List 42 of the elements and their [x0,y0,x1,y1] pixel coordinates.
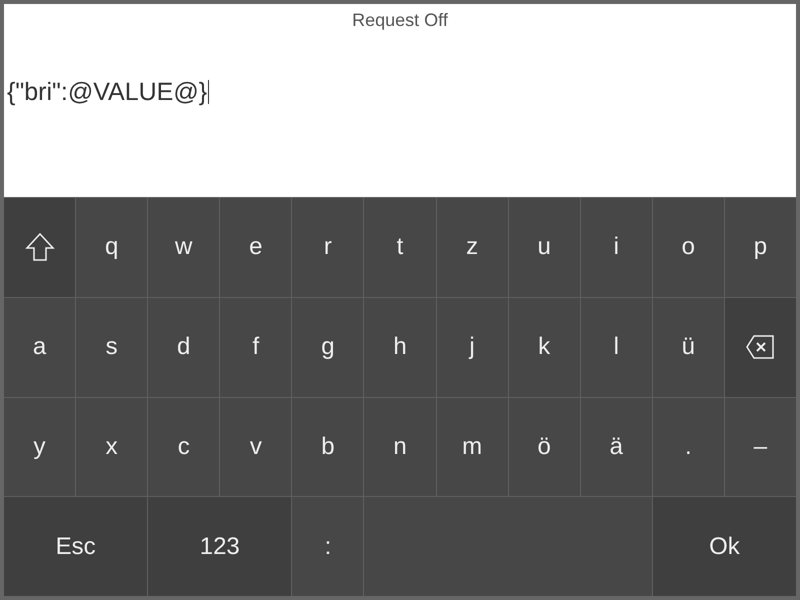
key[interactable]: b [292,398,364,496]
text-cursor [208,80,210,104]
key[interactable]: w [148,198,220,297]
dialog-title: Request Off [351,9,449,32]
key[interactable]: h [364,298,436,396]
key[interactable]: x [76,398,148,496]
shift-key[interactable] [4,198,76,297]
key[interactable]: Ok [652,497,796,596]
key[interactable]: g [292,298,364,396]
key[interactable]: t [364,198,436,297]
key[interactable]: ä [580,398,652,496]
key[interactable]: l [580,298,652,396]
key[interactable]: n [364,398,436,496]
key[interactable]: q [76,198,148,297]
key[interactable]: e [220,198,292,297]
key[interactable]: i [580,198,652,297]
key[interactable]: a [4,298,76,396]
shift-icon [24,232,55,262]
key[interactable]: y [4,398,76,496]
input-field[interactable]: {"bri":@VALUE@} [4,77,796,107]
key[interactable]: – [724,398,796,496]
backspace-icon [745,334,776,360]
key[interactable]: k [508,298,580,396]
key[interactable]: Esc [4,497,148,596]
key[interactable]: z [436,198,508,297]
key[interactable]: : [292,497,364,596]
key[interactable]: j [436,298,508,396]
key[interactable]: v [220,398,292,496]
key[interactable]: 123 [148,497,292,596]
key[interactable]: c [148,398,220,496]
key[interactable]: o [652,198,724,297]
backspace-key[interactable] [724,298,796,396]
key[interactable]: d [148,298,220,396]
key[interactable]: . [652,398,724,496]
key[interactable]: ü [652,298,724,396]
key[interactable]: s [76,298,148,396]
key[interactable]: r [292,198,364,297]
key[interactable]: f [220,298,292,396]
key[interactable]: m [436,398,508,496]
key[interactable]: u [508,198,580,297]
key[interactable]: ö [508,398,580,496]
key[interactable]: p [724,198,796,297]
